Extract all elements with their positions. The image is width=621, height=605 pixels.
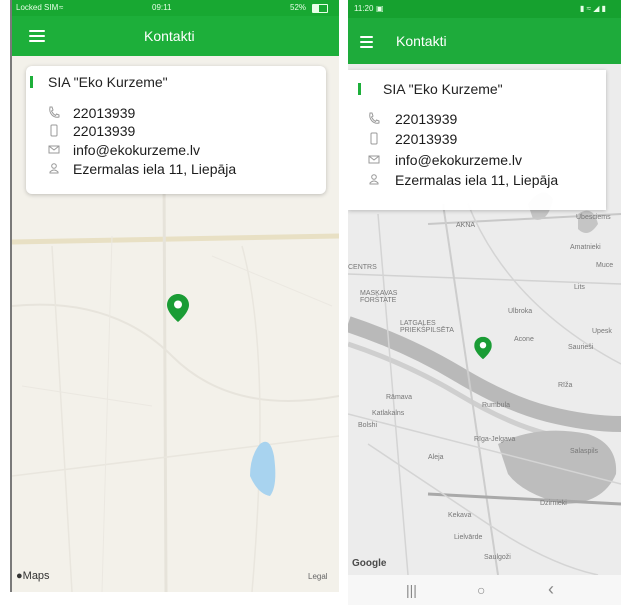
map-label: LATGALES PRIEKŠPILSĒTA	[400, 320, 454, 334]
recents-button[interactable]: |||	[406, 582, 417, 598]
map-label: Saulgoži	[484, 554, 511, 561]
person-location-icon	[49, 163, 59, 174]
signal-icons: ▮ ≈ ◢ ▮	[580, 4, 607, 13]
page-title: Kontakti	[396, 33, 447, 49]
phone-number: 22013939	[73, 105, 136, 121]
email-address: info@ekokurzeme.lv	[73, 142, 201, 158]
map-label: MASKAVAS FORŠTATE	[360, 290, 398, 304]
map-label: Saurieši	[568, 344, 594, 351]
map-label: CENTRS	[348, 264, 377, 271]
email-address: info@ekokurzeme.lv	[395, 152, 523, 168]
mobile-number: 22013939	[395, 131, 458, 147]
map-label: Rumbula	[482, 402, 511, 409]
email-row[interactable]: info@ekokurzeme.lv	[368, 151, 598, 169]
company-name: SIA "Eko Kurzeme"	[383, 81, 503, 97]
mobile-icon	[50, 124, 58, 137]
page-title: Kontakti	[144, 28, 195, 44]
phone-row[interactable]: 22013939	[368, 110, 598, 128]
phone-number: 22013939	[395, 111, 458, 127]
map-label: Rīža	[558, 382, 573, 389]
mobile-icon	[370, 132, 378, 145]
accent-bar	[30, 76, 33, 88]
status-battery: 52%	[290, 3, 307, 12]
envelope-icon	[368, 155, 380, 164]
map-label: Ulbroka	[508, 308, 533, 315]
battery-icon	[312, 4, 328, 13]
status-bar: Locked SIM ≈ 09:11 52%	[12, 0, 339, 16]
map-pin-icon[interactable]	[474, 336, 492, 360]
gallery-icon: ▣	[376, 4, 384, 13]
home-button[interactable]: ○	[477, 582, 485, 598]
map-label: Acone	[514, 336, 534, 343]
map-label: Aleja	[428, 454, 444, 461]
system-nav-bar: ||| ○ ‹	[348, 575, 621, 605]
map-label: Muce	[596, 262, 614, 269]
contact-card: SIA "Eko Kurzeme" 22013939 22013939 info…	[26, 66, 326, 194]
status-bar: 11:20 ▣ ▮ ≈ ◢ ▮	[348, 0, 621, 18]
map-label: Rāmava	[386, 394, 413, 401]
legal-link[interactable]: Legal	[308, 572, 328, 581]
map-label: Lits	[574, 284, 585, 291]
address-row[interactable]: Ezermalas iela 11, Liepāja	[48, 160, 308, 178]
back-button[interactable]: ‹	[548, 579, 554, 600]
map-label: Katlakalns	[372, 410, 405, 417]
wifi-icon: ≈	[59, 3, 64, 12]
map-label: Amatnieki	[570, 244, 601, 251]
ios-screen: Locked SIM ≈ 09:11 52% Kontakti ●Maps Le…	[10, 0, 339, 592]
map-pin-icon[interactable]	[167, 294, 189, 322]
map-label: Dzirnieki	[540, 500, 567, 507]
map-label: Ubesciems	[576, 214, 611, 221]
google-logo: Google	[352, 558, 387, 569]
address-row[interactable]: Ezermalas iela 11, Liepāja	[368, 171, 604, 189]
mobile-row[interactable]: 22013939	[48, 122, 308, 140]
mobile-row[interactable]: 22013939	[368, 130, 598, 148]
status-time: 09:11	[152, 3, 172, 12]
status-time: 11:20	[354, 4, 374, 13]
hamburger-icon[interactable]	[29, 30, 45, 42]
email-row[interactable]: info@ekokurzeme.lv	[48, 141, 308, 159]
person-location-icon	[369, 174, 379, 185]
map-label: Lielvārde	[454, 534, 483, 541]
map-label: AKNA	[456, 222, 476, 229]
contact-card: SIA "Eko Kurzeme" 22013939 22013939 info…	[348, 70, 606, 210]
address-text: Ezermalas iela 11, Liepāja	[395, 172, 559, 188]
map-label: Upesk	[592, 328, 612, 335]
apple-logo-icon: ●	[16, 570, 23, 582]
address-text: Ezermalas iela 11, Liepāja	[73, 161, 237, 177]
hamburger-icon[interactable]	[360, 36, 373, 48]
map-label: Bolshi	[358, 422, 378, 429]
app-bar: Kontakti	[12, 16, 339, 56]
phone-icon	[49, 106, 60, 118]
mobile-number: 22013939	[73, 123, 136, 139]
android-screen: 11:20 ▣ ▮ ≈ ◢ ▮ Kontakti Ubesciems AKNA …	[348, 0, 621, 605]
accent-bar	[358, 83, 361, 95]
map-label: Kekava	[448, 512, 472, 519]
app-bar: Kontakti	[348, 18, 621, 64]
company-name: SIA "Eko Kurzeme"	[48, 74, 168, 90]
status-carrier: Locked SIM	[16, 3, 59, 12]
map-label: Salaspils	[570, 448, 599, 455]
phone-icon	[369, 112, 380, 124]
map-label: Rīga-Jelgava	[474, 436, 516, 443]
envelope-icon	[48, 145, 60, 154]
phone-row[interactable]: 22013939	[48, 104, 308, 122]
maps-attribution: ●Maps	[16, 570, 50, 582]
